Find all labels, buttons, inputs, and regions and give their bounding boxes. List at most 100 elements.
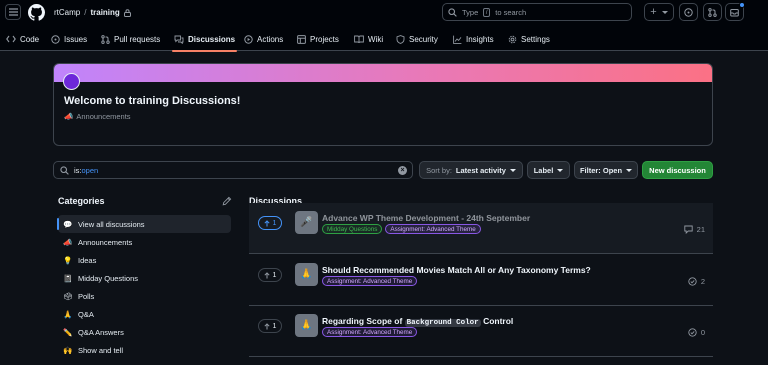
categories-list: 💬 View all discussions 📣 Announcements 💡…	[57, 215, 231, 359]
vote-count: 1	[272, 271, 277, 279]
lock-icon	[123, 8, 131, 17]
discussion-row[interactable]: 1 🙏 Regarding Scope of Background Color …	[249, 306, 713, 357]
issues-button[interactable]	[679, 3, 698, 21]
query-key: is:	[74, 165, 82, 175]
discussion-labels: Assignment: Advanced Theme	[322, 276, 418, 286]
tab-settings[interactable]: Settings	[508, 32, 550, 46]
github-logo-icon[interactable]	[28, 4, 45, 21]
check-circle-icon	[688, 328, 697, 337]
tab-projects[interactable]: Projects	[297, 32, 339, 46]
tab-wiki[interactable]: Wiki	[354, 32, 383, 46]
menu-button[interactable]	[5, 4, 21, 20]
tab-pull-requests[interactable]: Pull requests	[101, 32, 160, 46]
category-label: Show and tell	[78, 345, 124, 355]
tab-wiki-label: Wiki	[368, 34, 384, 44]
pull-requests-button[interactable]	[703, 3, 722, 21]
category-label: Midday Questions	[78, 273, 139, 283]
category-view-all[interactable]: 💬 View all discussions	[57, 215, 231, 233]
global-header: rtCamp / training Type / to search +	[0, 0, 768, 27]
category-midday-questions[interactable]: 📓 Midday Questions	[58, 269, 231, 287]
notebook-icon: 📓	[63, 273, 73, 283]
title-text: Regarding Scope of	[322, 316, 403, 326]
tab-insights[interactable]: Insights	[453, 32, 494, 46]
search-shortcut-key: /	[483, 7, 491, 17]
discussion-labels: Midday Questions Assignment: Advanced Th…	[322, 224, 481, 234]
discussion-title[interactable]: Should Recommended Movies Match All or A…	[322, 265, 591, 275]
answered-status[interactable]: 0	[688, 328, 705, 337]
category-qa-answers[interactable]: ✏️ Q&A Answers	[58, 323, 231, 341]
comment-count-value: 21	[696, 225, 705, 234]
answer-count-value: 2	[700, 277, 705, 286]
discussion-row[interactable]: 1 🎤 Advance WP Theme Development - 24th …	[249, 203, 713, 254]
banner-gradient	[54, 64, 712, 82]
avatar[interactable]: 🙏	[295, 314, 318, 337]
tab-issues-label: Issues	[64, 34, 88, 44]
new-discussion-button[interactable]: New discussion	[642, 161, 713, 179]
label-badge[interactable]: Midday Questions	[322, 224, 383, 234]
welcome-category-label: Announcements	[76, 112, 131, 121]
avatar[interactable]	[63, 73, 80, 90]
play-icon	[244, 34, 253, 44]
create-new-button[interactable]: +	[644, 3, 674, 21]
label-button[interactable]: Label	[527, 161, 570, 179]
label-badge[interactable]: Assignment: Advanced Theme	[385, 224, 481, 234]
shield-icon	[396, 34, 405, 44]
tab-code-label: Code	[20, 34, 40, 44]
category-polls[interactable]: 🗳 Polls	[58, 287, 231, 305]
discussion-title[interactable]: Advance WP Theme Development - 24th Sept…	[322, 213, 530, 223]
welcome-category[interactable]: 📣 Announcements	[64, 112, 131, 121]
tab-settings-label: Settings	[521, 34, 550, 44]
tab-issues[interactable]: Issues	[51, 32, 87, 46]
arrow-up-icon	[263, 271, 270, 278]
query-value: open	[81, 165, 99, 175]
pull-request-icon	[708, 7, 717, 17]
category-label: View all discussions	[78, 219, 145, 229]
table-icon	[297, 34, 306, 44]
pencil-emoji-icon: ✏️	[63, 327, 73, 337]
comment-count[interactable]: 21	[684, 225, 705, 234]
discussion-search-input[interactable]: is:open ×	[53, 161, 413, 179]
tab-actions[interactable]: Actions	[244, 32, 283, 46]
arrow-up-icon	[263, 219, 270, 226]
label-badge[interactable]: Assignment: Advanced Theme	[322, 276, 418, 286]
sort-button[interactable]: Sort by: Latest activity	[419, 161, 523, 179]
notifications-button[interactable]	[725, 2, 745, 21]
category-qa[interactable]: 🙏 Q&A	[58, 305, 231, 323]
discussion-title[interactable]: Regarding Scope of Background Color Cont…	[322, 316, 513, 327]
avatar[interactable]: 🎤	[295, 211, 318, 234]
search-input[interactable]: Type / to search	[442, 3, 632, 21]
label-badge[interactable]: Assignment: Advanced Theme	[322, 327, 418, 337]
tab-discussions[interactable]: Discussions	[171, 32, 238, 52]
tab-security[interactable]: Security	[396, 32, 438, 46]
category-announcements[interactable]: 📣 Announcements	[58, 233, 231, 251]
inbox-icon	[730, 8, 739, 16]
upvote-button[interactable]: 1	[258, 319, 282, 333]
chevron-down-icon	[557, 168, 564, 172]
answered-status[interactable]: 2	[688, 277, 705, 286]
welcome-banner: Welcome to training Discussions! 📣 Annou…	[53, 63, 713, 146]
repo-owner-link[interactable]: rtCamp	[54, 8, 80, 17]
upvote-button[interactable]: 1	[258, 216, 282, 230]
clear-icon[interactable]: ×	[398, 166, 407, 175]
discussion-labels: Assignment: Advanced Theme	[322, 327, 418, 337]
category-label: Ideas	[78, 255, 97, 265]
welcome-title: Welcome to training Discussions!	[64, 95, 241, 107]
pencil-icon[interactable]	[222, 196, 232, 206]
megaphone-icon: 📣	[63, 237, 73, 247]
title-code: Background Color	[404, 319, 481, 327]
tab-code[interactable]: Code	[6, 32, 39, 46]
plus-icon: +	[650, 6, 657, 18]
repo-name-link[interactable]: training	[90, 8, 119, 17]
tab-discussions-label: Discussions	[188, 34, 236, 44]
filter-button[interactable]: Filter: Open	[574, 161, 638, 179]
code-icon	[6, 35, 16, 43]
avatar[interactable]: 🙏	[295, 263, 318, 286]
filter-button-text: Filter: Open	[579, 165, 623, 175]
pull-request-icon	[101, 34, 110, 44]
upvote-button[interactable]: 1	[258, 268, 282, 282]
category-show-and-tell[interactable]: 🙌 Show and tell	[58, 341, 231, 359]
category-ideas[interactable]: 💡 Ideas	[58, 251, 231, 269]
discussion-row[interactable]: 1 🙏 Should Recommended Movies Match All …	[249, 255, 713, 306]
notification-dot	[739, 2, 745, 8]
issue-icon	[684, 7, 693, 17]
